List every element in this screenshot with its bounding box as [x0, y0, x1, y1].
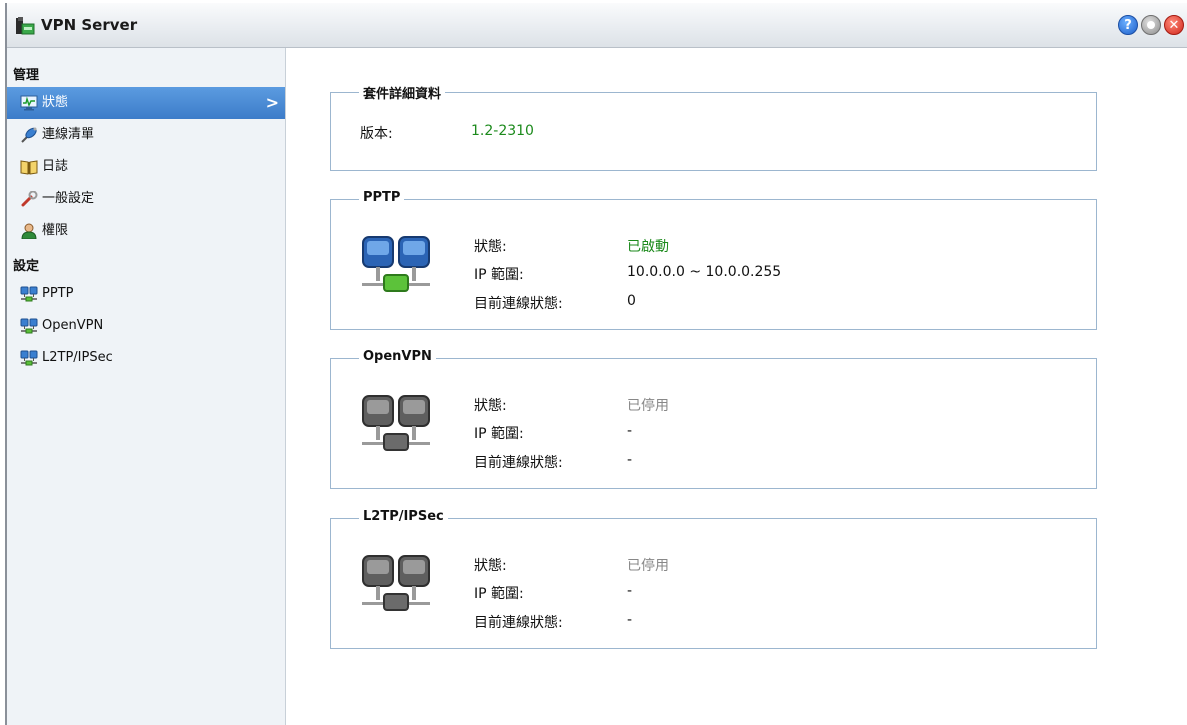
- status-label: 狀態:: [474, 239, 507, 255]
- status-label: 狀態:: [474, 398, 507, 414]
- ip-range-label: IP 範圍:: [474, 426, 524, 442]
- ip-range-label: IP 範圍:: [474, 267, 524, 283]
- sidebar-item-label: L2TP/IPSec: [42, 350, 113, 365]
- sidebar-item-openvpn[interactable]: OpenVPN: [7, 310, 285, 342]
- sidebar-item-label: 連線清單: [42, 127, 95, 142]
- sidebar-item-label: OpenVPN: [42, 318, 104, 333]
- connection-status-value: 0: [627, 293, 636, 309]
- sidebar-item-l2tp-ipsec[interactable]: L2TP/IPSec: [7, 342, 285, 374]
- main-content: 套件詳細資料 版本: 1.2-2310 PPTP 狀態: 已啟動 IP 範圍: …: [286, 48, 1187, 725]
- titlebar: VPN Server ? ✕: [7, 3, 1187, 48]
- l2tp-ipsec-network-icon: [362, 555, 430, 611]
- status-value: 已啟動: [627, 239, 669, 255]
- satellite-icon: [21, 127, 37, 143]
- sidebar-item-log[interactable]: 日誌: [7, 151, 285, 183]
- pptp-network-icon: [362, 236, 430, 292]
- group-legend: 套件詳細資料: [359, 83, 446, 102]
- monitor-icon: [20, 95, 38, 111]
- version-label: 版本:: [360, 126, 393, 142]
- sidebar-item-label: 日誌: [42, 159, 69, 174]
- connection-status-value: -: [627, 452, 633, 468]
- network-icon: [20, 350, 38, 366]
- openvpn-network-icon: [362, 395, 430, 451]
- sidebar-item-connection-list[interactable]: 連線清單: [7, 119, 285, 151]
- pptp-group: PPTP 狀態: 已啟動 IP 範圍: 10.0.0.0 ~ 10.0.0.25…: [330, 190, 1097, 330]
- ip-range-label: IP 範圍:: [474, 586, 524, 602]
- sidebar-item-general-settings[interactable]: 一般設定: [7, 183, 285, 215]
- sidebar-item-label: PPTP: [42, 286, 74, 301]
- sidebar-item-permissions[interactable]: 權限: [7, 215, 285, 247]
- group-legend: L2TP/IPSec: [359, 509, 448, 524]
- close-icon[interactable]: ✕: [1164, 15, 1184, 35]
- l2tp-ipsec-group: L2TP/IPSec 狀態: 已停用 IP 範圍: - 目前連線狀態: -: [330, 509, 1097, 649]
- minimize-icon[interactable]: [1141, 15, 1161, 35]
- status-value: 已停用: [627, 558, 669, 574]
- sidebar-item-pptp[interactable]: PPTP: [7, 278, 285, 310]
- help-icon[interactable]: ?: [1118, 15, 1138, 35]
- status-value: 已停用: [627, 398, 669, 414]
- window-title: VPN Server: [41, 16, 138, 34]
- sidebar-item-label: 狀態: [42, 95, 69, 110]
- sidebar-item-label: 一般設定: [42, 191, 95, 206]
- sidebar-section-manage: 管理: [13, 68, 40, 83]
- user-icon: [21, 223, 37, 239]
- vpn-server-app-icon: [16, 17, 35, 35]
- sidebar-item-label: 權限: [42, 223, 69, 238]
- package-details-group: 套件詳細資料 版本: 1.2-2310: [330, 83, 1097, 171]
- sidebar: 管理 狀態 > 連線清單 日誌 一般設定 權限 設定 PPTP OpenVPN …: [7, 48, 286, 725]
- vpn-server-window: VPN Server ? ✕ 管理 狀態 > 連線清單 日誌 一般設定 權限 設…: [5, 3, 1187, 725]
- status-label: 狀態:: [474, 558, 507, 574]
- connection-status-label: 目前連線狀態:: [474, 615, 563, 631]
- ip-range-value: 10.0.0.0 ~ 10.0.0.255: [627, 264, 782, 280]
- ip-range-value: -: [627, 423, 633, 439]
- sidebar-item-status[interactable]: 狀態 >: [7, 87, 285, 119]
- group-legend: PPTP: [359, 190, 405, 205]
- network-icon: [20, 318, 38, 334]
- book-icon: [20, 160, 38, 175]
- connection-status-label: 目前連線狀態:: [474, 455, 563, 471]
- group-legend: OpenVPN: [359, 349, 436, 364]
- connection-status-label: 目前連線狀態:: [474, 296, 563, 312]
- chevron-right-icon: >: [265, 93, 279, 112]
- connection-status-value: -: [627, 612, 633, 628]
- version-value: 1.2-2310: [471, 123, 534, 139]
- ip-range-value: -: [627, 583, 633, 599]
- network-icon: [20, 286, 38, 302]
- sidebar-section-settings: 設定: [13, 259, 40, 274]
- wrench-icon: [21, 191, 38, 207]
- openvpn-group: OpenVPN 狀態: 已停用 IP 範圍: - 目前連線狀態: -: [330, 349, 1097, 489]
